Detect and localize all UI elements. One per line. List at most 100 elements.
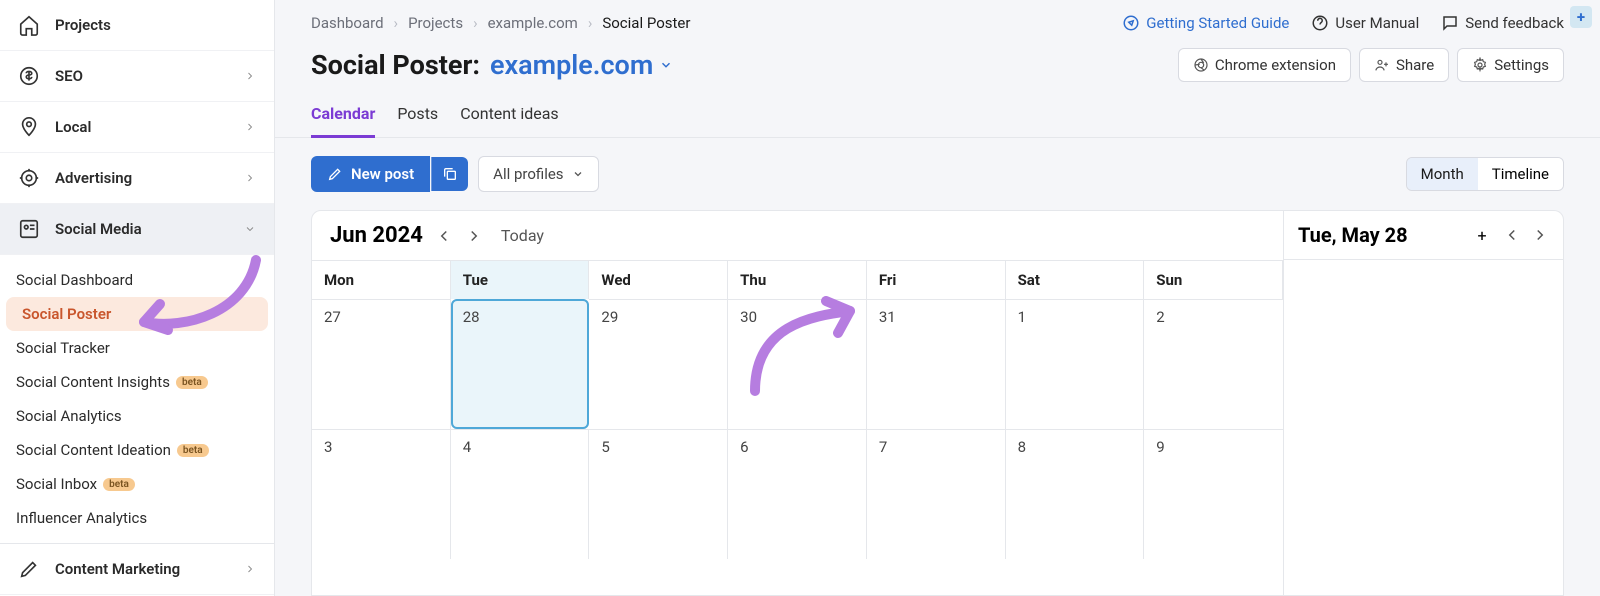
page-title: Social Poster: <box>311 49 480 81</box>
chevron-right-icon <box>244 563 256 575</box>
settings-button[interactable]: Settings <box>1457 48 1564 82</box>
projects-label: Projects <box>55 16 111 34</box>
tab-calendar[interactable]: Calendar <box>311 94 375 138</box>
dayhdr-fri: Fri <box>867 260 1006 299</box>
cell-6[interactable]: 6 <box>728 429 867 559</box>
beta-badge: beta <box>103 478 135 491</box>
cell-4[interactable]: 4 <box>451 429 590 559</box>
bc-projects[interactable]: Projects <box>408 14 463 32</box>
sub-social-content-ideation[interactable]: Social Content Ideationbeta <box>0 433 274 467</box>
sidebar-local[interactable]: Local <box>0 102 274 153</box>
view-toggle: Month Timeline <box>1406 157 1564 191</box>
beta-badge: beta <box>176 376 208 389</box>
cell-3[interactable]: 3 <box>312 429 451 559</box>
title-row: Social Poster: example.com Chrome extens… <box>275 32 1600 94</box>
bc-current: Social Poster <box>602 14 690 32</box>
profiles-select[interactable]: All profiles <box>478 156 598 192</box>
target-icon <box>18 167 40 189</box>
sub-social-analytics[interactable]: Social Analytics <box>0 399 274 433</box>
sub-social-tracker[interactable]: Social Tracker <box>0 331 274 365</box>
title-buttons: Chrome extension Share Settings <box>1178 48 1564 82</box>
chevron-down-icon <box>572 168 584 180</box>
help-icon <box>1311 14 1329 32</box>
sidebar-seo[interactable]: SEO <box>0 51 274 102</box>
top-links: Getting Started Guide User Manual Send f… <box>1122 14 1564 32</box>
today-button[interactable]: Today <box>501 226 544 245</box>
chat-icon <box>1441 14 1459 32</box>
sub-influencer-analytics[interactable]: Influencer Analytics <box>0 501 274 535</box>
content-marketing-label: Content Marketing <box>55 560 180 578</box>
social-media-label: Social Media <box>55 220 142 238</box>
calendar-grid: Mon Tue + Wed Thu Fri Sat Sun 27 28 29 3… <box>312 260 1283 559</box>
prev-month[interactable] <box>435 227 453 245</box>
sidebar-social-media[interactable]: Social Media <box>0 204 274 255</box>
calendar-header: Jun 2024 Today <box>312 211 1283 260</box>
dayhdr-mon: Mon <box>312 260 451 299</box>
seo-label: SEO <box>55 67 83 85</box>
share-button[interactable]: Share <box>1359 48 1449 82</box>
cell-28[interactable]: 28 <box>451 299 590 429</box>
pencil-icon <box>18 558 40 580</box>
cell-8[interactable]: 8 <box>1006 429 1145 559</box>
bc-dashboard[interactable]: Dashboard <box>311 14 384 32</box>
send-feedback-link[interactable]: Send feedback <box>1441 14 1564 32</box>
cell-7[interactable]: 7 <box>867 429 1006 559</box>
month-label: Jun 2024 <box>330 223 423 248</box>
sidebar-content-marketing[interactable]: Content Marketing <box>0 543 274 595</box>
dayhdr-sun: Sun <box>1144 260 1283 299</box>
sub-social-inbox[interactable]: Social Inboxbeta <box>0 467 274 501</box>
chrome-extension-button[interactable]: Chrome extension <box>1178 48 1351 82</box>
day-panel: Tue, May 28 + <box>1284 210 1564 596</box>
view-timeline[interactable]: Timeline <box>1478 158 1563 190</box>
edit-icon <box>327 166 343 182</box>
day-panel-header: Tue, May 28 + <box>1284 211 1563 260</box>
dollar-icon <box>18 65 40 87</box>
new-post-button[interactable]: New post <box>311 156 430 192</box>
sidebar-advertising[interactable]: Advertising <box>0 153 274 204</box>
selected-date: Tue, May 28 <box>1298 223 1461 247</box>
dayhdr-tue: Tue + <box>451 260 590 299</box>
compass-icon <box>1122 14 1140 32</box>
social-sub-items: Social Dashboard Social Poster Social Tr… <box>0 255 274 543</box>
beta-badge: beta <box>177 444 209 457</box>
cell-30[interactable]: 30 <box>728 299 867 429</box>
next-month[interactable] <box>465 227 483 245</box>
cell-31[interactable]: 31 <box>867 299 1006 429</box>
user-manual-link[interactable]: User Manual <box>1311 14 1419 32</box>
cell-27[interactable]: 27 <box>312 299 451 429</box>
dayhdr-sat: Sat <box>1006 260 1145 299</box>
copy-icon <box>442 166 458 182</box>
pin-icon <box>18 116 40 138</box>
chevron-right-icon <box>244 172 256 184</box>
main: Dashboard › Projects › example.com › Soc… <box>275 0 1600 596</box>
calendar-wrap: Jun 2024 Today Mon Tue + Wed Thu Fri Sat… <box>275 210 1600 596</box>
user-plus-icon <box>1374 57 1390 73</box>
dayhdr-thu: Thu <box>728 260 867 299</box>
bc-domain[interactable]: example.com <box>488 14 578 32</box>
cell-2[interactable]: 2 <box>1144 299 1283 429</box>
getting-started-link[interactable]: Getting Started Guide <box>1122 14 1289 32</box>
home-icon <box>18 14 40 36</box>
sub-social-poster[interactable]: Social Poster <box>6 297 268 331</box>
view-month[interactable]: Month <box>1407 158 1478 190</box>
chevron-right-icon <box>244 121 256 133</box>
add-button[interactable]: + <box>1471 224 1493 246</box>
chevron-down-icon <box>244 223 256 235</box>
tabs: Calendar Posts Content ideas <box>275 94 1600 138</box>
toolbar: New post All profiles Month Timeline <box>275 138 1600 210</box>
sub-social-dashboard[interactable]: Social Dashboard <box>0 263 274 297</box>
advertising-label: Advertising <box>55 169 132 187</box>
sub-social-content-insights[interactable]: Social Content Insightsbeta <box>0 365 274 399</box>
domain-selector[interactable]: example.com <box>490 49 673 81</box>
gear-icon <box>1472 57 1488 73</box>
new-post-split-button[interactable] <box>431 157 468 191</box>
cell-5[interactable]: 5 <box>589 429 728 559</box>
panel-next[interactable] <box>1531 226 1549 244</box>
cell-1[interactable]: 1 <box>1006 299 1145 429</box>
cell-29[interactable]: 29 <box>589 299 728 429</box>
sidebar-projects[interactable]: Projects <box>0 0 274 51</box>
panel-prev[interactable] <box>1503 226 1521 244</box>
tab-content-ideas[interactable]: Content ideas <box>460 94 559 137</box>
cell-9[interactable]: 9 <box>1144 429 1283 559</box>
tab-posts[interactable]: Posts <box>397 94 438 137</box>
